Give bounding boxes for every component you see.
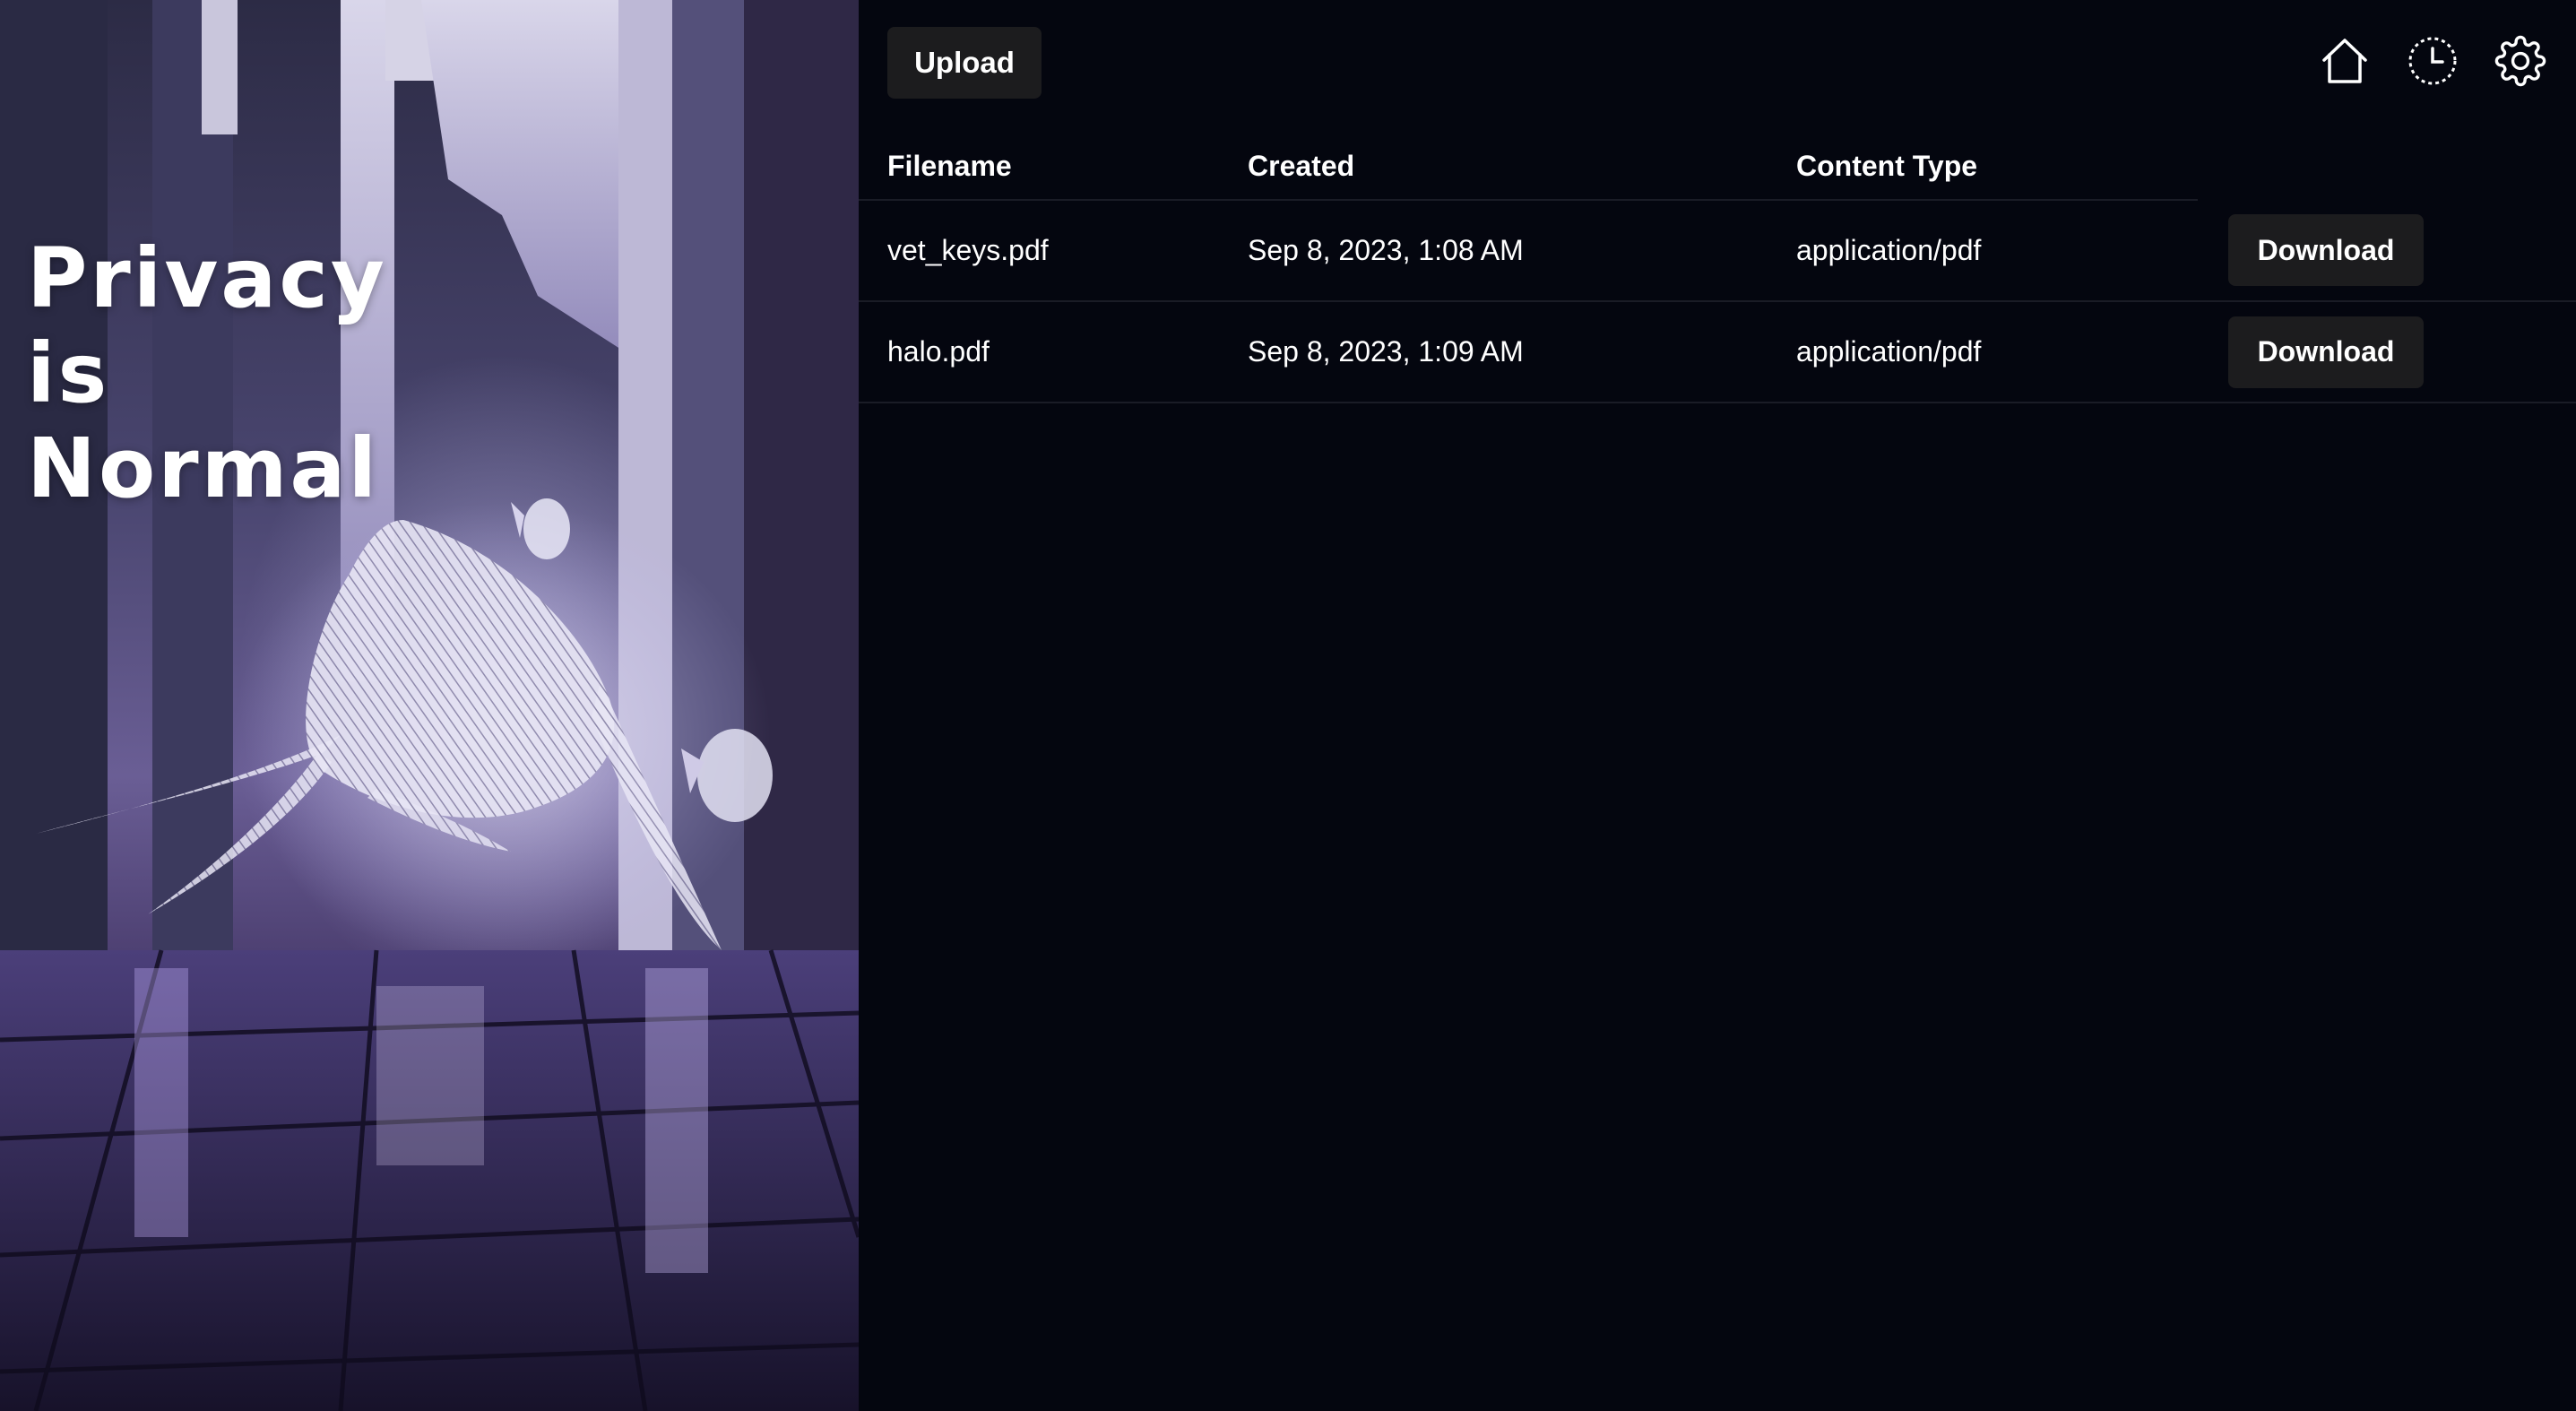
app-root: Privacy is Normal Upload Filename Create…: [0, 0, 2576, 1411]
hero-title-line-2: is: [27, 325, 110, 421]
hero-title-line-1: Privacy: [27, 230, 387, 326]
whale-hologram-illustration: [0, 0, 859, 1411]
download-button[interactable]: Download: [2228, 214, 2424, 286]
table-row: halo.pdf Sep 8, 2023, 1:09 AM applicatio…: [859, 301, 2576, 403]
main-panel: Upload Filename Created Content Type vet…: [859, 0, 2576, 1411]
column-header-filename[interactable]: Filename: [859, 133, 1248, 201]
hero-title: Privacy is Normal: [27, 231, 387, 516]
column-header-created[interactable]: Created: [1248, 133, 1796, 201]
table-header-row: Filename Created Content Type: [859, 133, 2576, 201]
home-button[interactable]: [2318, 34, 2372, 88]
hero-panel: Privacy is Normal: [0, 0, 859, 1411]
history-button[interactable]: [2406, 34, 2459, 88]
cell-actions: Download: [2198, 301, 2576, 403]
cell-actions: Download: [2198, 200, 2576, 301]
table-row: vet_keys.pdf Sep 8, 2023, 1:08 AM applic…: [859, 200, 2576, 301]
download-button[interactable]: Download: [2228, 316, 2424, 388]
history-icon: [2408, 37, 2457, 85]
settings-button[interactable]: [2494, 34, 2547, 88]
home-icon: [2322, 39, 2367, 83]
upload-button[interactable]: Upload: [887, 27, 1042, 99]
cell-created: Sep 8, 2023, 1:08 AM: [1248, 234, 1524, 266]
cell-filename: halo.pdf: [887, 335, 990, 368]
cell-created: Sep 8, 2023, 1:09 AM: [1248, 335, 1524, 368]
cell-filename: vet_keys.pdf: [887, 234, 1049, 266]
column-header-actions: [2198, 133, 2576, 200]
cell-content-type: application/pdf: [1796, 234, 1982, 266]
hero-title-line-3: Normal: [27, 420, 380, 516]
top-icon-bar: [2318, 34, 2547, 88]
cell-content-type: application/pdf: [1796, 335, 1982, 368]
gear-icon: [2494, 35, 2546, 87]
files-table: Filename Created Content Type vet_keys.p…: [859, 133, 2576, 403]
column-header-content-type[interactable]: Content Type: [1796, 133, 2198, 201]
